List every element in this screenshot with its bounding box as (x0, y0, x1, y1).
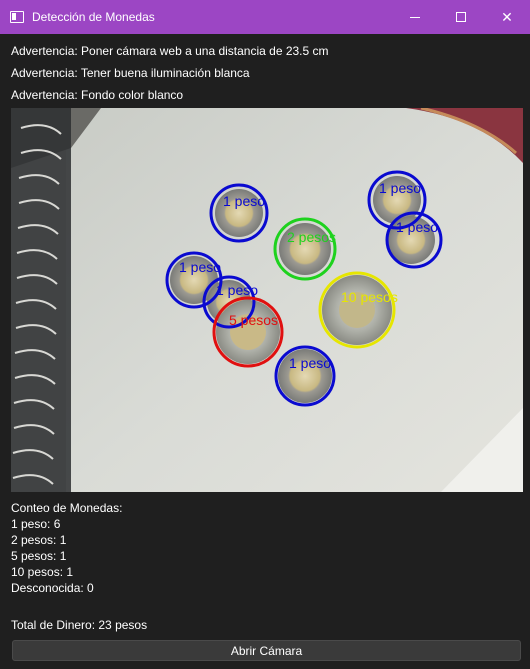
detection-label-9: 1 peso (289, 355, 331, 371)
count-1-peso: 1 peso: 6 (11, 517, 61, 531)
maximize-icon (456, 12, 466, 22)
warning-distance: Advertencia: Poner cámara web a una dist… (11, 44, 329, 58)
minimize-button[interactable] (392, 0, 438, 34)
paper-sheet (66, 108, 523, 492)
count-10-pesos: 10 pesos: 1 (11, 565, 74, 579)
detection-label-8: 5 pesos (229, 312, 278, 328)
maximize-button[interactable] (438, 0, 484, 34)
coin-count-panel: Conteo de Monedas: 1 peso: 6 2 pesos: 1 … (11, 500, 122, 596)
count-unknown: Desconocida: 0 (11, 581, 94, 595)
count-5-pesos: 5 pesos: 1 (11, 549, 67, 563)
detection-label-1: 1 peso (223, 193, 265, 209)
total-money: Total de Dinero: 23 pesos (11, 618, 148, 632)
detection-label-4: 2 pesos (287, 229, 336, 245)
detection-label-7: 10 pesos (341, 289, 398, 305)
close-icon: ✕ (501, 8, 513, 25)
open-camera-button[interactable]: Abrir Cámara (12, 640, 521, 661)
count-2-pesos: 2 pesos: 1 (11, 533, 67, 547)
detection-label-2: 1 peso (379, 180, 421, 196)
warning-lighting: Advertencia: Tener buena iluminación bla… (11, 66, 250, 80)
warning-background: Advertencia: Fondo color blanco (11, 88, 184, 102)
detection-label-5: 1 peso (179, 259, 221, 275)
title-bar: Detección de Monedas ✕ (0, 0, 530, 34)
detection-label-6: 1 peso (216, 282, 258, 298)
detection-label-3: 1 peso (396, 219, 438, 235)
count-heading: Conteo de Monedas: (11, 501, 123, 515)
window-title: Detección de Monedas (32, 10, 155, 24)
minimize-icon (410, 16, 420, 18)
camera-feed: 1 peso 1 peso 1 peso 2 pesos 1 peso 1 pe… (11, 108, 523, 492)
app-window-icon (10, 11, 24, 23)
close-button[interactable]: ✕ (484, 0, 530, 34)
